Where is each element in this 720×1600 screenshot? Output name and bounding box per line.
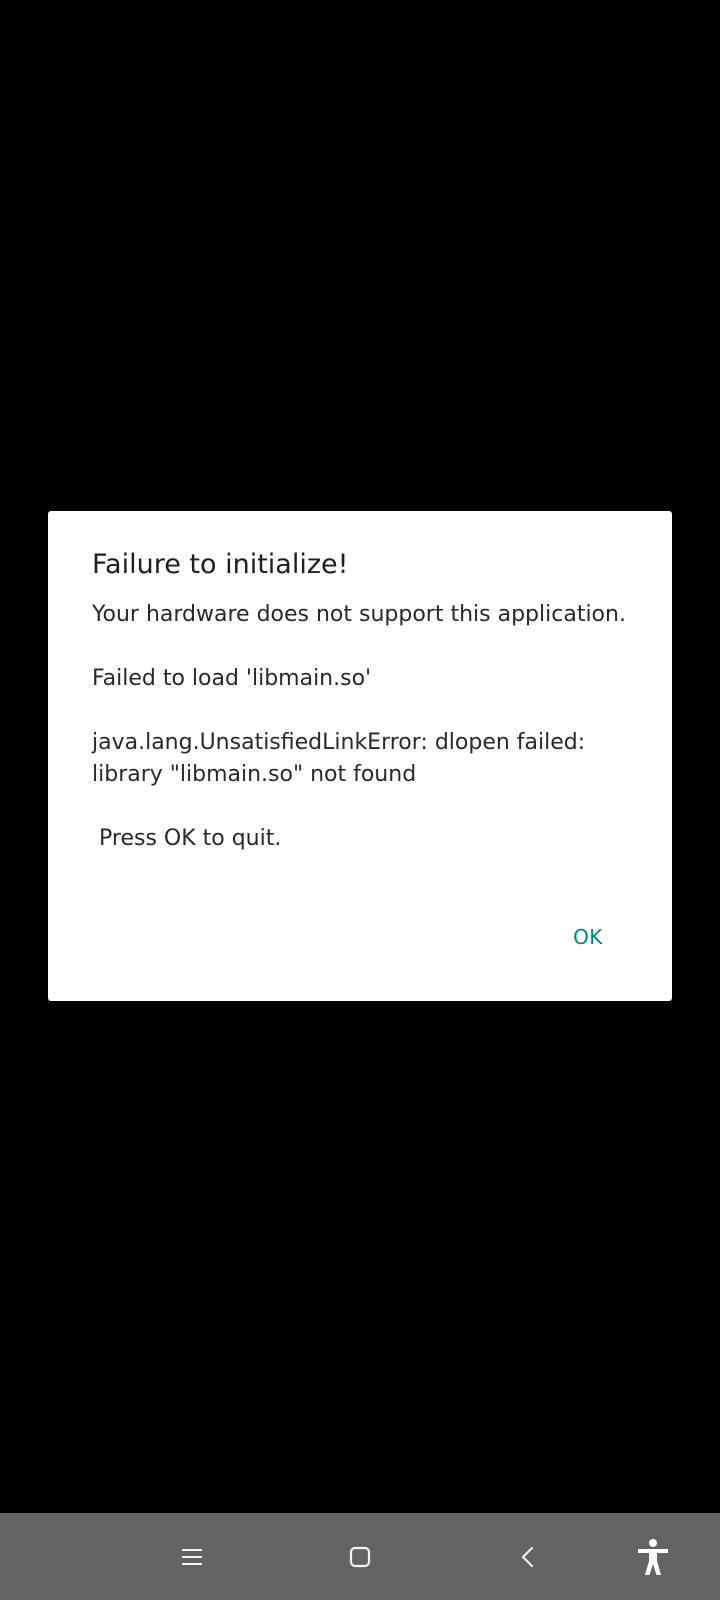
menu-icon — [180, 1546, 204, 1568]
dialog-title: Failure to initialize! — [92, 549, 349, 580]
accessibility-button[interactable] — [621, 1525, 685, 1589]
error-dialog: Failure to initialize! Your hardware doe… — [48, 511, 672, 1001]
accessibility-icon — [635, 1538, 671, 1576]
back-icon — [516, 1545, 540, 1569]
ok-button[interactable]: OK — [556, 913, 620, 961]
home-icon — [348, 1545, 372, 1569]
app-screen: Failure to initialize! Your hardware doe… — [0, 0, 720, 1513]
dialog-actions: OK — [48, 901, 672, 1001]
back-button[interactable] — [496, 1525, 560, 1589]
recents-button[interactable] — [160, 1525, 224, 1589]
home-button[interactable] — [328, 1525, 392, 1589]
navigation-bar — [0, 1513, 720, 1600]
dialog-message: Your hardware does not support this appl… — [92, 602, 626, 851]
